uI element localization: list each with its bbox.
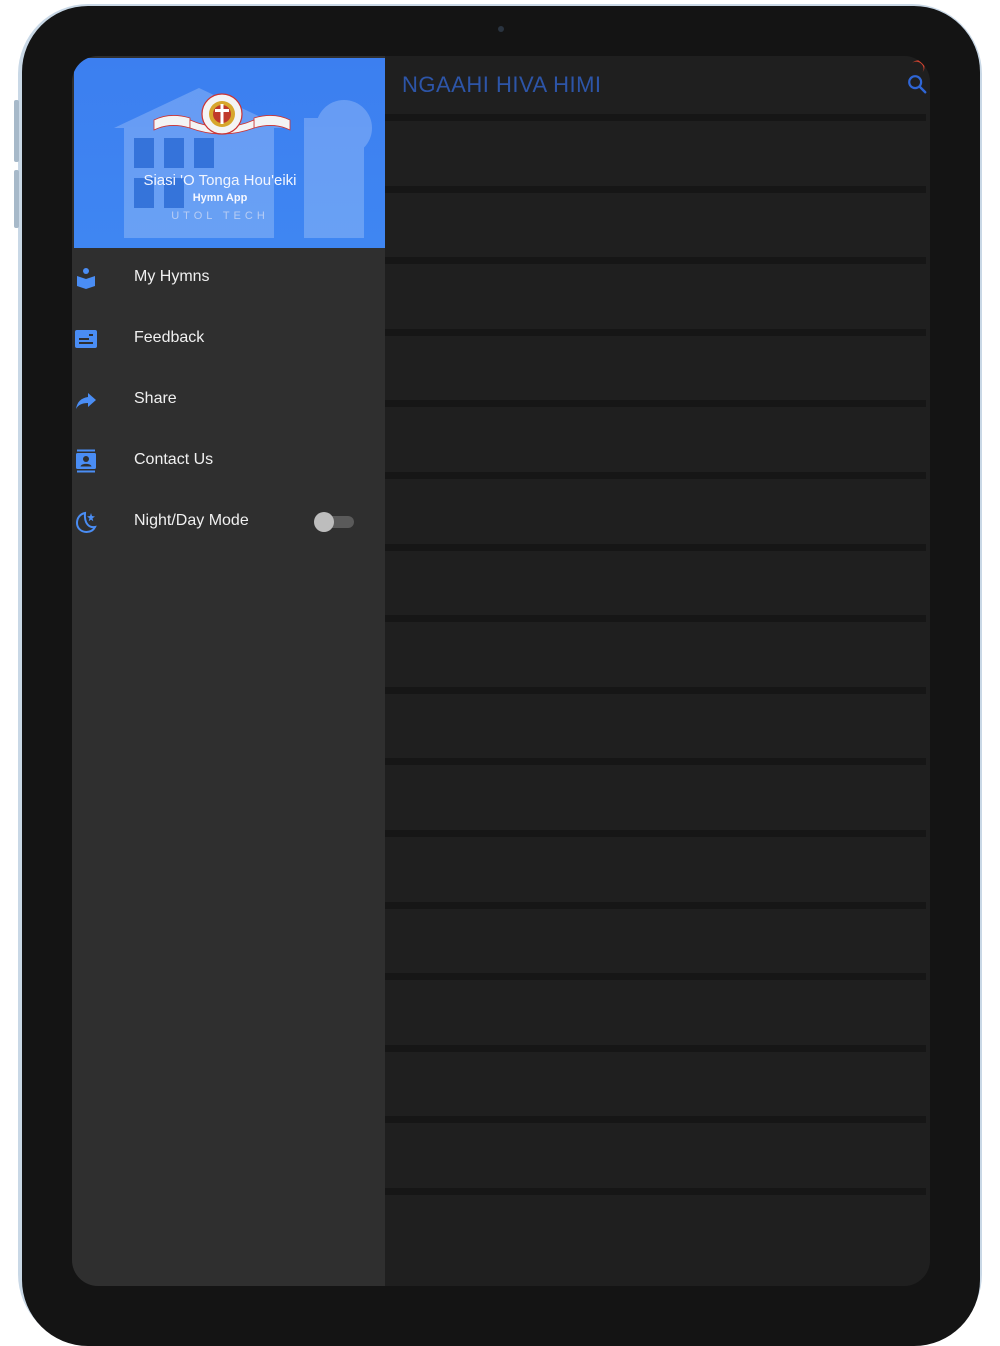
menu-item-label: Feedback bbox=[134, 329, 205, 346]
feedback-card-icon bbox=[75, 330, 97, 348]
menu-item-share[interactable]: Share bbox=[72, 375, 385, 425]
list-row-separator bbox=[385, 973, 926, 980]
developer-name: UTOL TECH bbox=[171, 210, 269, 222]
list-row-separator bbox=[385, 1045, 926, 1052]
toggle-knob bbox=[314, 512, 334, 532]
list-item[interactable] bbox=[385, 479, 926, 544]
list-row-separator bbox=[385, 687, 926, 694]
menu-item-label: Contact Us bbox=[134, 451, 214, 468]
list-row-separator bbox=[385, 329, 926, 336]
night-mode-toggle[interactable] bbox=[314, 512, 354, 532]
menu-item-label: Share bbox=[134, 390, 177, 407]
church-logo bbox=[153, 93, 291, 135]
list-row-separator bbox=[385, 830, 926, 837]
list-row-separator bbox=[385, 758, 926, 765]
list-item[interactable] bbox=[385, 407, 926, 472]
search-icon[interactable] bbox=[906, 73, 928, 95]
list-item[interactable] bbox=[385, 121, 926, 186]
list-row-separator bbox=[385, 1188, 926, 1195]
list-item[interactable] bbox=[385, 193, 926, 258]
volume-down-button bbox=[14, 170, 19, 228]
front-camera bbox=[498, 26, 504, 32]
list-item[interactable] bbox=[385, 551, 926, 616]
list-item[interactable] bbox=[385, 765, 926, 830]
list-item[interactable] bbox=[385, 1195, 926, 1260]
list-row-separator bbox=[385, 544, 926, 551]
app-screen: NGAAHI HIVA HIMI Siasi 'O Tonga Hou'eiki… bbox=[72, 56, 930, 1286]
list-item[interactable] bbox=[385, 909, 926, 974]
book-reader-icon bbox=[77, 268, 95, 289]
list-item[interactable] bbox=[385, 694, 926, 759]
menu-item-my-hymns[interactable]: My Hymns bbox=[72, 253, 385, 303]
list-row-separator bbox=[385, 615, 926, 622]
list-row-separator bbox=[385, 257, 926, 264]
list-item[interactable] bbox=[385, 837, 926, 902]
menu-item-feedback[interactable]: Feedback bbox=[72, 314, 385, 364]
contact-card-icon bbox=[76, 449, 96, 473]
list-item[interactable] bbox=[385, 980, 926, 1045]
list-item[interactable] bbox=[385, 1123, 926, 1188]
hymn-list-panel: NGAAHI HIVA HIMI bbox=[385, 56, 930, 1286]
drawer-header: Siasi 'O Tonga Hou'eiki Hymn App UTOL TE… bbox=[74, 58, 385, 248]
app-bar: NGAAHI HIVA HIMI bbox=[385, 56, 930, 116]
list-item[interactable] bbox=[385, 622, 926, 687]
menu-item-night-day-mode: Night/Day Mode bbox=[72, 497, 385, 547]
app-name: Siasi 'O Tonga Hou'eiki bbox=[143, 172, 297, 189]
moon-star-icon bbox=[75, 511, 97, 534]
app-subtitle: Hymn App bbox=[192, 192, 248, 204]
list-item[interactable] bbox=[385, 264, 926, 329]
list-row-separator bbox=[385, 472, 926, 479]
share-arrow-icon bbox=[76, 393, 96, 409]
volume-up-button bbox=[14, 100, 19, 162]
page-title: NGAAHI HIVA HIMI bbox=[402, 72, 602, 97]
list-row-separator bbox=[385, 400, 926, 407]
navigation-drawer: Siasi 'O Tonga Hou'eiki Hymn App UTOL TE… bbox=[72, 56, 385, 1286]
list-item[interactable] bbox=[385, 336, 926, 401]
list-item[interactable] bbox=[385, 1052, 926, 1117]
list-row-separator bbox=[385, 114, 926, 121]
list-row-separator bbox=[385, 902, 926, 909]
menu-item-label: My Hymns bbox=[134, 268, 210, 285]
list-row-separator bbox=[385, 1116, 926, 1123]
menu-item-label: Night/Day Mode bbox=[134, 512, 249, 529]
list-row-separator bbox=[385, 186, 926, 193]
menu-item-contact-us[interactable]: Contact Us bbox=[72, 436, 385, 486]
